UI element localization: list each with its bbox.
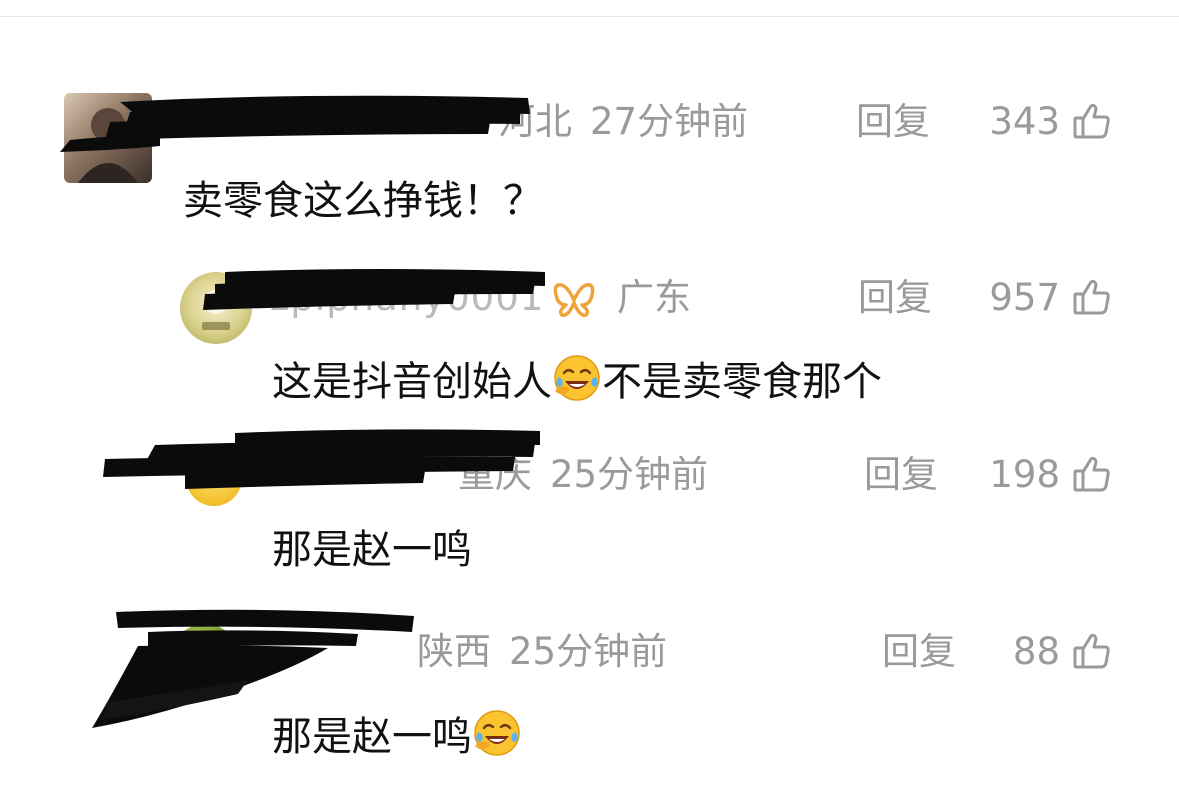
- avatar[interactable]: [186, 450, 242, 506]
- location-label: 广东: [617, 276, 691, 319]
- avatar[interactable]: [170, 624, 240, 694]
- timestamp: 25分钟前: [509, 630, 668, 673]
- reply-button[interactable]: 回复: [882, 630, 956, 674]
- like-count: 957: [989, 276, 1060, 319]
- comment-text-part-1: 这是抖音创始人: [272, 359, 552, 405]
- thumbs-up-icon[interactable]: [1072, 277, 1112, 317]
- username[interactable]: zpiphany0001: [270, 276, 544, 319]
- reply-button[interactable]: 回复: [856, 100, 930, 144]
- comment-text: 卖零食这么挣钱！？: [183, 178, 543, 224]
- comment-item-2: zpiphany0001 广东 回复 957 这是抖音创始人 不是卖零食那个: [0, 240, 1179, 415]
- comment-meta: 重庆 25分钟前: [458, 453, 726, 497]
- comment-item-4: 陕西 25分钟前 回复 88 那是赵一鸣: [0, 590, 1179, 787]
- like-count: 88: [1012, 630, 1060, 673]
- comment-text-part: 那是赵一鸣: [272, 714, 472, 760]
- reply-button[interactable]: 回复: [858, 276, 932, 320]
- location-label: 陕西: [417, 630, 491, 673]
- like-count: 343: [989, 100, 1060, 143]
- avatar[interactable]: [64, 93, 152, 183]
- comment-meta: zpiphany0001: [270, 276, 562, 320]
- comment-meta: 陕西 25分钟前: [417, 630, 685, 674]
- timestamp: 25分钟前: [550, 453, 709, 496]
- location-label: 河北: [498, 100, 572, 143]
- butterfly-badge-icon: [553, 283, 595, 317]
- avatar[interactable]: [180, 272, 252, 344]
- comment-meta: 河北 27分钟前: [498, 100, 766, 144]
- comment-item-3: 重庆 25分钟前 回复 198 那是赵一鸣: [0, 415, 1179, 590]
- face-with-tears-of-joy-icon: [474, 710, 520, 756]
- comment-item-1: 河北 27分钟前 回复 343 卖零食这么挣钱！？: [0, 0, 1179, 240]
- thumbs-up-icon[interactable]: [1072, 631, 1112, 671]
- like-count: 198: [989, 453, 1060, 496]
- comment-text: 这是抖音创始人 不是卖零食那个: [272, 353, 882, 407]
- comment-text: 那是赵一鸣: [272, 708, 522, 762]
- comment-text-part-2: 不是卖零食那个: [602, 359, 882, 405]
- location-label: 重庆: [458, 453, 532, 496]
- timestamp: 27分钟前: [590, 100, 749, 143]
- face-with-tears-of-joy-icon: [554, 355, 600, 401]
- thumbs-up-icon[interactable]: [1072, 454, 1112, 494]
- thumbs-up-icon[interactable]: [1072, 101, 1112, 141]
- location-meta: 广东: [617, 276, 709, 320]
- reply-button[interactable]: 回复: [864, 453, 938, 497]
- comment-text: 那是赵一鸣: [272, 527, 472, 573]
